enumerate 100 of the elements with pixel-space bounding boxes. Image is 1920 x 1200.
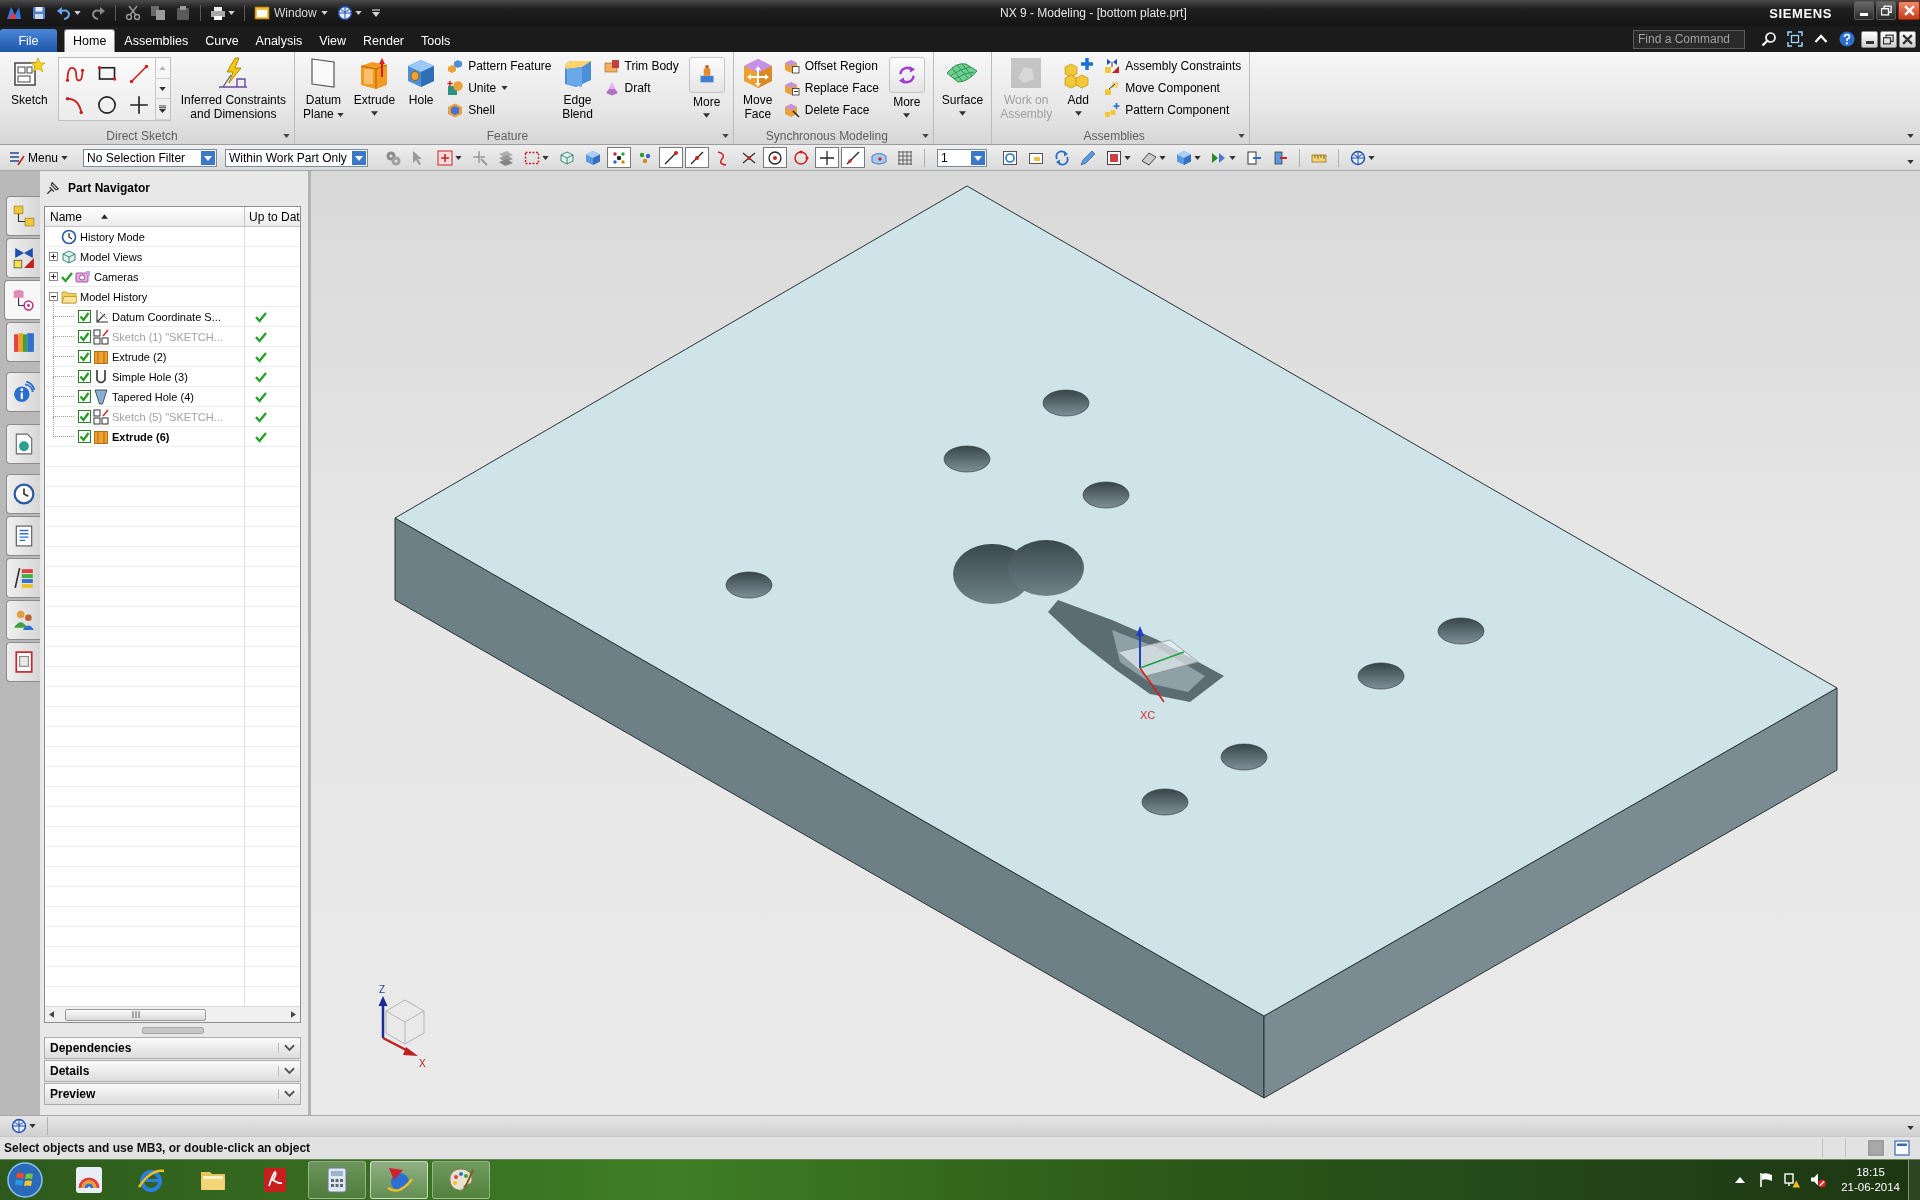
ribbon-button[interactable]: Sketch [7,55,52,109]
caret-icon[interactable] [921,134,929,138]
ribbon-button[interactable]: Edge Blend [557,55,598,123]
expand-toggle[interactable] [49,272,58,281]
snap-point-button[interactable] [763,147,788,168]
tree-item[interactable]: Datum Coordinate S... [112,310,221,323]
ribbon-button[interactable]: Extrude [349,55,400,119]
column-header[interactable]: Up to Dat [245,207,300,226]
ribbon-tab[interactable]: Analysis [247,29,311,52]
resource-tab[interactable] [6,372,40,412]
expand-toggle[interactable] [49,252,58,261]
checkbox[interactable] [78,390,91,403]
restore-button[interactable] [1880,30,1897,48]
speaker-muted-icon[interactable] [1810,1172,1827,1188]
tree-item[interactable]: History Mode [80,230,145,243]
tree-item[interactable]: Model History [80,290,148,303]
resource-tab[interactable] [6,196,40,236]
ribbon-button[interactable]: Pattern Feature [443,55,556,77]
ribbon-button[interactable]: Inferred Constraints and Dimensions [176,55,291,123]
scrollbar-thumb[interactable] [65,1008,206,1021]
flag-icon[interactable] [1758,1172,1775,1188]
ribbon-button[interactable]: Pattern Component [1100,99,1246,121]
left-arrow-icon[interactable] [49,1011,54,1018]
ribbon-button[interactable]: Shell [443,99,556,121]
taskbar-app-button[interactable] [308,1161,366,1199]
ribbon-button[interactable]: Move Face [737,55,778,123]
resource-tab[interactable] [6,600,40,640]
customize-caret-icon[interactable] [371,9,380,17]
command-finder-field[interactable]: Find a Command [1633,29,1745,49]
ribbon-tab[interactable]: Render [355,29,413,52]
resource-tab[interactable] [6,238,40,278]
snap-point-button[interactable] [815,147,840,168]
ribbon-tab[interactable]: Tools [413,29,459,52]
snap-point-button[interactable] [607,147,632,168]
ribbon-button[interactable]: Move Component [1100,77,1246,99]
resource-tab[interactable] [6,424,40,464]
ribbon-tab[interactable]: Assemblies [116,29,197,52]
tree-item[interactable]: Tapered Hole (4) [112,390,194,403]
tree-item[interactable]: Model Views [80,250,143,263]
ribbon-tab[interactable]: Home [64,29,116,52]
checkbox[interactable] [78,310,91,323]
ribbon-button[interactable]: Offset Region [779,55,883,77]
caret-icon[interactable] [1238,134,1246,138]
horizontal-scrollbar[interactable] [45,1006,300,1022]
caret-icon[interactable] [1907,134,1914,138]
restore-button[interactable] [1876,1,1896,20]
pin-icon[interactable] [46,180,60,195]
window-outline-icon[interactable] [1894,1140,1910,1156]
type-filter-dropdown[interactable]: No Selection Filter [83,148,218,167]
window-menu[interactable]: Window [251,2,331,24]
ribbon-button[interactable]: Trim Body [599,55,683,77]
minimize-button[interactable] [1861,30,1878,48]
ribbon-button[interactable]: Draft [599,77,683,99]
splitter-handle[interactable] [141,1026,204,1034]
checkbox[interactable] [78,430,91,443]
close-button[interactable] [1898,1,1920,20]
ribbon-button[interactable]: Add [1058,55,1099,119]
collapsible-panel-header[interactable]: Details [44,1060,301,1082]
taskbar-app-button[interactable] [432,1161,490,1199]
ribbon-button[interactable]: Unite [443,77,556,99]
layer-dropdown[interactable]: 1 [937,148,988,167]
tree-item[interactable]: Simple Hole (3) [112,370,188,383]
ribbon-button[interactable]: Surface [937,55,988,119]
tree-item[interactable]: Cameras [94,270,139,283]
resource-tab[interactable] [4,280,40,320]
resource-tab[interactable] [6,322,40,362]
clock-date[interactable]: 21-06-2014 [1841,1180,1900,1195]
tree-item[interactable]: Extrude (2) [112,350,167,363]
resource-tab[interactable] [6,642,40,682]
tree-item[interactable]: Extrude (6) [112,430,170,443]
ribbon-tab[interactable]: Curve [197,29,247,52]
close-button[interactable] [1899,30,1916,48]
resource-tab[interactable] [6,474,40,514]
checkbox[interactable] [78,370,91,383]
caret-icon[interactable] [283,134,291,138]
collapsible-panel-header[interactable]: Dependencies [44,1037,301,1059]
caret-icon[interactable] [1907,160,1914,164]
ribbon-tab[interactable]: View [311,29,355,52]
resource-tab[interactable] [6,558,40,598]
network-warning-icon[interactable] [1784,1172,1801,1188]
resource-tab[interactable] [6,516,40,556]
ribbon-button[interactable]: More [884,55,929,121]
ribbon-button[interactable]: Delete Face [779,99,883,121]
clock-time[interactable]: 18:15 [1856,1165,1885,1180]
ribbon-tab[interactable]: File [0,29,57,52]
checkbox[interactable] [78,350,91,363]
ribbon-button[interactable]: Replace Face [779,77,883,99]
ribbon-button[interactable]: Assembly Constraints [1100,55,1246,77]
expand-toggle[interactable] [49,292,58,301]
start-button[interactable] [4,1160,46,1200]
checkbox[interactable] [78,410,91,423]
show-desktop-button[interactable] [1908,1160,1920,1200]
column-header[interactable]: Name [45,207,245,226]
ribbon-button[interactable]: Hole [401,55,442,109]
menu-button[interactable]: Menu [6,146,72,169]
checkbox[interactable] [78,330,91,343]
caret-icon[interactable] [1907,1126,1914,1130]
taskbar-app-button[interactable] [370,1161,428,1199]
caret-icon[interactable] [721,134,729,138]
ribbon-button[interactable]: Datum Plane [299,55,348,123]
